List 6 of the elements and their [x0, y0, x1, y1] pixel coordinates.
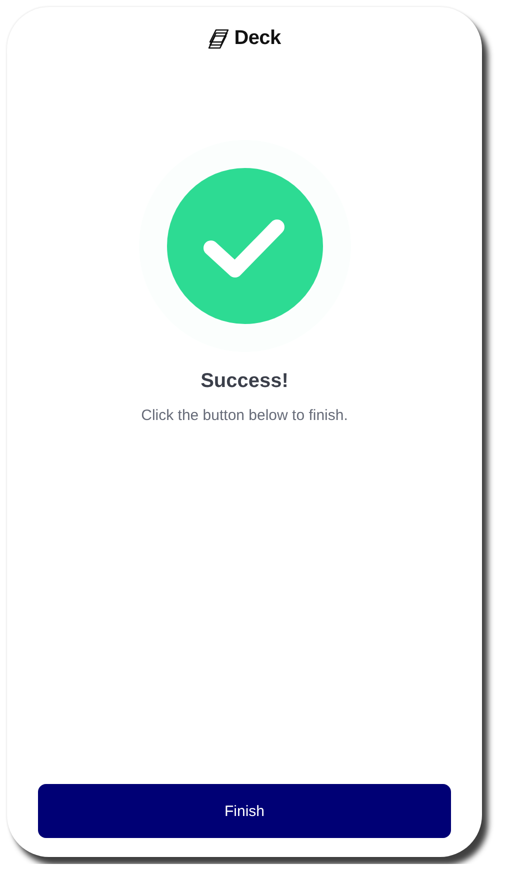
- success-check-icon: [166, 168, 322, 324]
- brand-name: Deck: [234, 27, 281, 50]
- success-message: Click the button below to finish.: [141, 407, 348, 424]
- success-title: Success!: [200, 370, 288, 393]
- logo-icon: [208, 28, 230, 48]
- finish-button[interactable]: Finish: [38, 784, 451, 838]
